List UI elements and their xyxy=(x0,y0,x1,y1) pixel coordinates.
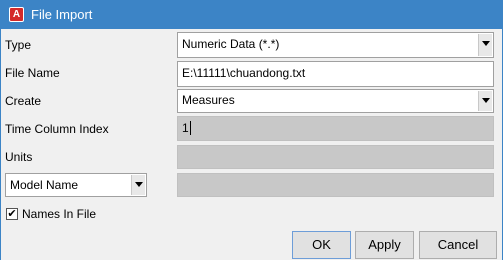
units-input[interactable] xyxy=(177,145,494,169)
names-in-file-checkbox[interactable]: ✔ xyxy=(6,208,18,220)
names-in-file-label: Names In File xyxy=(22,207,97,221)
file-name-input[interactable]: E:\11111\chuandong.txt xyxy=(177,61,494,87)
chevron-down-icon[interactable] xyxy=(478,34,492,56)
title-bar[interactable]: A File Import xyxy=(0,0,503,29)
time-column-index-label: Time Column Index xyxy=(5,122,109,136)
text-cursor xyxy=(190,121,191,135)
chevron-down-icon[interactable] xyxy=(478,91,492,111)
apply-button[interactable]: Apply xyxy=(355,231,414,259)
time-column-index-value: 1 xyxy=(182,121,189,135)
cancel-button[interactable]: Cancel xyxy=(419,231,497,259)
type-dropdown[interactable]: Numeric Data (*.*) xyxy=(177,32,494,58)
create-dropdown[interactable]: Measures xyxy=(177,89,494,113)
type-dropdown-value: Numeric Data (*.*) xyxy=(182,37,280,51)
window-border-left xyxy=(0,29,1,260)
app-icon: A xyxy=(9,7,24,22)
units-label: Units xyxy=(5,150,33,164)
chevron-down-icon[interactable] xyxy=(131,175,145,195)
file-name-value: E:\11111\chuandong.txt xyxy=(182,66,306,80)
ok-button[interactable]: OK xyxy=(292,231,351,259)
type-label: Type xyxy=(5,38,32,52)
model-name-dropdown-value: Model Name xyxy=(10,178,79,192)
time-column-index-input[interactable]: 1 xyxy=(177,116,494,141)
model-name-dropdown[interactable]: Model Name xyxy=(5,173,147,197)
create-label: Create xyxy=(5,94,42,108)
file-name-label: File Name xyxy=(5,66,60,80)
window-title: File Import xyxy=(31,7,93,22)
create-dropdown-value: Measures xyxy=(182,93,235,107)
model-name-input[interactable] xyxy=(177,173,494,197)
checkmark-icon: ✔ xyxy=(7,208,17,220)
